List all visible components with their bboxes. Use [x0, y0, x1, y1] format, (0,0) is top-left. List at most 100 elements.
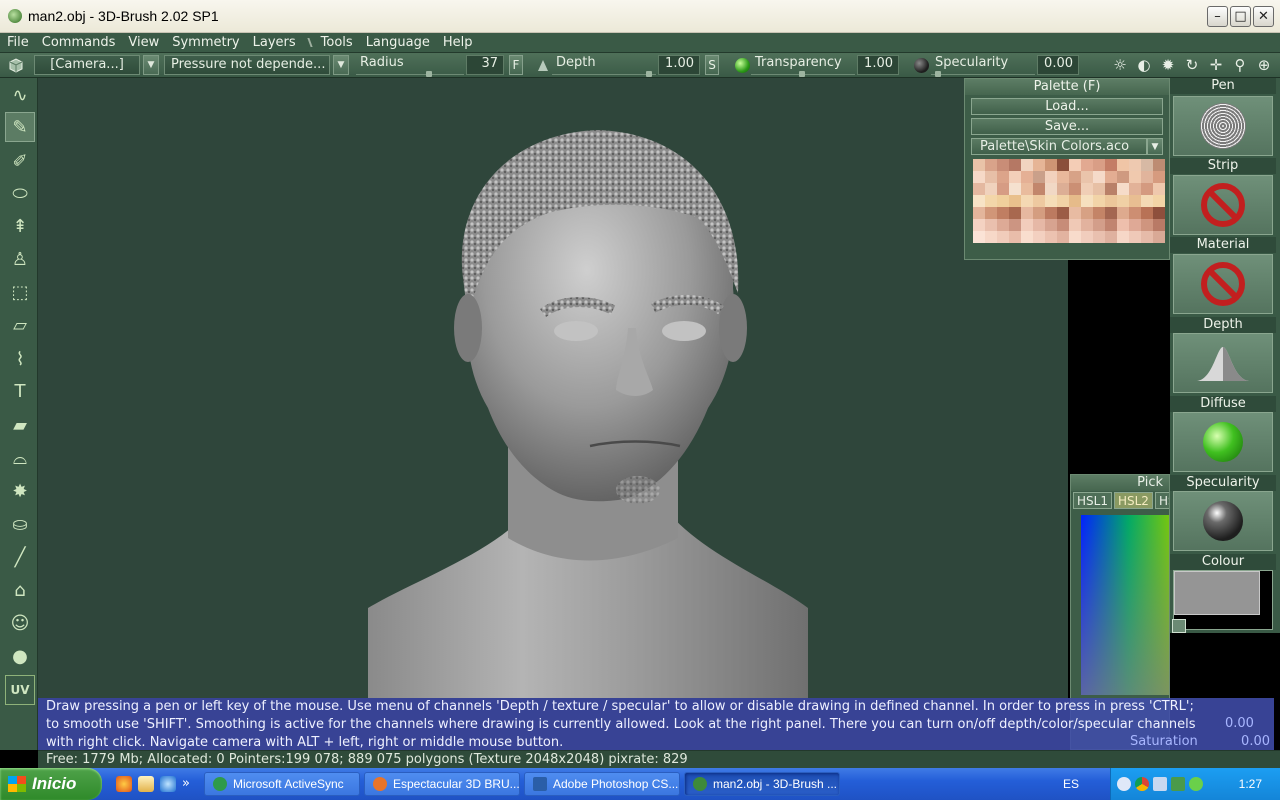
palette-swatch[interactable]: [1081, 171, 1093, 183]
close-button[interactable]: ✕: [1253, 6, 1274, 27]
palette-swatch[interactable]: [1093, 207, 1105, 219]
palette-file-arrow[interactable]: ▼: [1147, 138, 1163, 155]
palette-swatch[interactable]: [1057, 195, 1069, 207]
rotate-icon[interactable]: ↻: [1183, 56, 1201, 74]
palette-swatch[interactable]: [973, 159, 985, 171]
palette-swatch[interactable]: [1069, 207, 1081, 219]
move-icon[interactable]: ✛: [1207, 56, 1225, 74]
marquee-icon[interactable]: ⬚: [5, 277, 35, 307]
palette-swatch[interactable]: [1009, 159, 1021, 171]
palette-file-name[interactable]: Palette\Skin Colors.aco: [971, 138, 1147, 155]
contrast-icon[interactable]: ◐: [1135, 56, 1153, 74]
menu-commands[interactable]: Commands: [42, 35, 116, 50]
palette-swatch[interactable]: [973, 183, 985, 195]
palette-swatch[interactable]: [997, 171, 1009, 183]
tab-hsl1[interactable]: HSL1: [1073, 492, 1112, 509]
task-photoshop[interactable]: Adobe Photoshop CS...: [523, 772, 680, 796]
menu-file[interactable]: File: [7, 35, 29, 50]
palette-swatch[interactable]: [1033, 207, 1045, 219]
palette-swatch[interactable]: [1105, 195, 1117, 207]
palette-swatch[interactable]: [973, 171, 985, 183]
palette-swatch[interactable]: [1057, 159, 1069, 171]
palette-swatch[interactable]: [1081, 195, 1093, 207]
palette-swatch[interactable]: [973, 231, 985, 243]
wireless-icon[interactable]: [1189, 777, 1203, 791]
zoom-icon[interactable]: ⚲: [1231, 56, 1249, 74]
bucket-icon[interactable]: ⛀: [5, 509, 35, 539]
palette-swatch[interactable]: [1009, 171, 1021, 183]
palette-swatch[interactable]: [997, 159, 1009, 171]
palette-swatch[interactable]: [1105, 183, 1117, 195]
palette-swatch[interactable]: [1045, 195, 1057, 207]
spray-icon[interactable]: ✐: [5, 146, 35, 176]
palette-swatch[interactable]: [1117, 171, 1129, 183]
radius-slider[interactable]: Radius: [356, 55, 464, 77]
palette-swatch[interactable]: [1093, 195, 1105, 207]
wave-brush-icon[interactable]: ∿: [5, 80, 35, 110]
mail-icon[interactable]: [1153, 777, 1167, 791]
palette-swatch[interactable]: [1021, 183, 1033, 195]
palette-swatch[interactable]: [973, 207, 985, 219]
s-button[interactable]: S: [705, 55, 719, 75]
sun-icon[interactable]: ✹: [1159, 56, 1177, 74]
palette-swatch[interactable]: [985, 183, 997, 195]
palette-swatch[interactable]: [1153, 207, 1165, 219]
pick-title[interactable]: Pick: [1071, 475, 1169, 491]
bust-icon[interactable]: ☺: [5, 608, 35, 638]
palette-swatch[interactable]: [1069, 219, 1081, 231]
palette-swatch[interactable]: [985, 171, 997, 183]
light-icon[interactable]: ☼: [1111, 56, 1129, 74]
palette-swatch[interactable]: [1033, 231, 1045, 243]
palette-swatch[interactable]: [1009, 219, 1021, 231]
channel-colour[interactable]: [1172, 570, 1273, 633]
channel-specularity[interactable]: [1173, 491, 1273, 551]
transparency-slider[interactable]: Transparency: [751, 55, 855, 77]
palette-swatch[interactable]: [1045, 207, 1057, 219]
channel-depth[interactable]: [1173, 333, 1273, 393]
palette-swatch[interactable]: [1129, 231, 1141, 243]
palette-swatch[interactable]: [1033, 183, 1045, 195]
palette-swatch[interactable]: [1153, 183, 1165, 195]
palette-swatch[interactable]: [1141, 219, 1153, 231]
palette-swatch[interactable]: [1069, 231, 1081, 243]
specularity-slider[interactable]: Specularity: [931, 55, 1035, 77]
channel-strip[interactable]: [1173, 175, 1273, 235]
menu-layers[interactable]: Layers: [253, 35, 296, 50]
text-tool-icon[interactable]: T: [5, 376, 35, 406]
minimize-button[interactable]: –: [1207, 6, 1228, 27]
palette-swatch[interactable]: [1045, 171, 1057, 183]
palette-swatch[interactable]: [1045, 159, 1057, 171]
menu-tools[interactable]: Tools: [321, 35, 353, 50]
palette-swatch[interactable]: [1117, 219, 1129, 231]
palette-swatch[interactable]: [1105, 231, 1117, 243]
task-3dbrush[interactable]: man2.obj - 3D-Brush ...: [683, 772, 840, 796]
spline-icon[interactable]: ⌇: [5, 344, 35, 374]
palette-load-button[interactable]: Load...: [971, 98, 1163, 115]
palette-swatch[interactable]: [1081, 231, 1093, 243]
palette-swatch[interactable]: [1021, 231, 1033, 243]
palette-swatch[interactable]: [1153, 195, 1165, 207]
palette-swatch[interactable]: [1021, 159, 1033, 171]
palette-file-dropdown[interactable]: Palette\Skin Colors.aco ▼: [971, 138, 1163, 155]
monitor-icon[interactable]: [1171, 777, 1185, 791]
palette-swatch[interactable]: [1129, 207, 1141, 219]
colour-corner-swatch[interactable]: [1172, 619, 1186, 633]
palette-swatch[interactable]: [1117, 195, 1129, 207]
eraser-icon[interactable]: ▰: [5, 410, 35, 440]
uv-icon[interactable]: UV: [5, 675, 35, 705]
transparency-slider-knob[interactable]: [799, 71, 805, 77]
palette-swatch[interactable]: [1069, 171, 1081, 183]
palette-swatch[interactable]: [1057, 171, 1069, 183]
palette-swatch[interactable]: [1057, 219, 1069, 231]
palette-swatch[interactable]: [1069, 195, 1081, 207]
palette-swatch[interactable]: [1093, 183, 1105, 195]
palette-swatch[interactable]: [985, 195, 997, 207]
palette-swatch[interactable]: [1141, 183, 1153, 195]
palette-swatch[interactable]: [1093, 171, 1105, 183]
tab-hsl2[interactable]: HSL2: [1113, 492, 1153, 509]
palette-swatch[interactable]: [1117, 159, 1129, 171]
plane-icon[interactable]: ▱: [5, 310, 35, 340]
3d-viewport[interactable]: [38, 78, 1068, 698]
palette-swatch[interactable]: [1009, 231, 1021, 243]
palette-swatch[interactable]: [1129, 171, 1141, 183]
